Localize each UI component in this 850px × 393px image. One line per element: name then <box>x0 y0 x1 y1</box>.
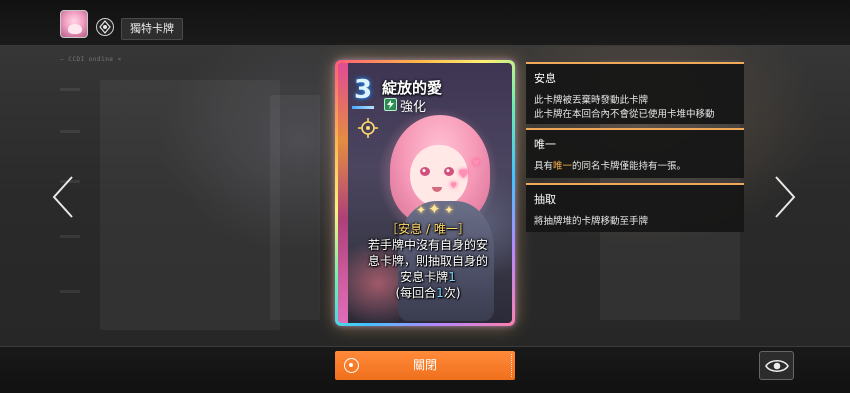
keyword-description: 此卡牌被丟棄時發動此卡牌 <box>534 95 649 106</box>
card-type: 強化 <box>400 100 427 115</box>
card-desc-line: (每回合1次) <box>348 285 508 301</box>
card-frame: ♥ ♥ ♥ ✦ ✦ ✦ 3 綻放的愛 強化 ［安息 / 唯一］ 若手牌中沒有自身… <box>335 60 515 326</box>
background-panel <box>100 80 280 330</box>
keyword-panel-rest: 安息 此卡牌被丟棄時發動此卡牌 此卡牌在本回合內不會從已使用卡堆中移動 <box>526 62 744 124</box>
sparkle-icon: ✦ <box>428 200 441 218</box>
eye-icon <box>764 359 789 372</box>
crosshair-icon <box>357 117 379 139</box>
card-cost-underline <box>352 106 374 109</box>
character-portrait <box>60 10 88 38</box>
view-toggle-button[interactable] <box>759 351 794 380</box>
card-desc-line: 若手牌中沒有自身的安 <box>367 238 488 252</box>
card-desc-text: 次) <box>443 286 461 300</box>
background-decoration <box>60 290 80 293</box>
close-button[interactable]: 關閉 <box>335 351 515 380</box>
card-desc-line: 息卡牌，則抽取自身的 <box>367 254 488 268</box>
keyword-description: 此卡牌在本回合內不會從已使用卡堆中移動 <box>534 109 715 120</box>
keyword-highlight: 唯一 <box>553 161 573 172</box>
keyword-panel-unique: 唯一 具有唯一的同名卡牌僅能持有一張。 <box>526 128 744 178</box>
background-decoration <box>60 235 80 238</box>
close-button-decoration <box>511 354 512 377</box>
sparkle-icon: ✦ <box>444 203 455 217</box>
close-button-label: 關閉 <box>412 358 437 372</box>
crest-icon <box>94 16 116 38</box>
heart-icon: ♥ <box>472 159 481 169</box>
card-description: ［安息 / 唯一］ 若手牌中沒有自身的安 息卡牌，則抽取自身的 安息卡牌1 (每… <box>348 221 508 301</box>
background-caption: — CCDI ondine × <box>60 56 122 63</box>
chevron-right-icon <box>775 176 796 218</box>
keyword-text: 具有 <box>534 161 554 172</box>
keyword-title: 安息 <box>534 72 556 85</box>
card-category-tag: 獨特卡牌 <box>121 18 183 40</box>
card-desc-keywords: ［安息 / 唯一］ <box>386 222 470 236</box>
keyword-description: 將抽牌堆的卡牌移動至手牌 <box>534 216 649 227</box>
background-decoration <box>60 88 80 91</box>
background-decoration <box>60 130 80 133</box>
keyword-panel-draw: 抽取 將抽牌堆的卡牌移動至手牌 <box>526 183 744 232</box>
card: ♥ ♥ ♥ ✦ ✦ ✦ 3 綻放的愛 強化 ［安息 / 唯一］ 若手牌中沒有自身… <box>338 63 512 323</box>
character-eye <box>444 167 454 176</box>
keyword-title: 抽取 <box>534 193 556 206</box>
top-bar: 獨特卡牌 <box>0 0 850 46</box>
keyword-text: 的同名卡牌僅能持有一張。 <box>572 161 687 172</box>
previous-card-button[interactable] <box>50 175 76 219</box>
card-rarity-strip <box>338 63 348 323</box>
card-desc-number: 1 <box>448 270 456 284</box>
card-desc-number: 1 <box>436 286 444 300</box>
card-cost: 3 <box>353 75 373 105</box>
chevron-left-icon <box>52 176 73 218</box>
lightning-icon <box>384 98 397 111</box>
sparkle-icon: ✦ <box>416 203 427 217</box>
heart-icon: ♥ <box>450 181 458 190</box>
background-panel <box>270 95 320 320</box>
card-desc-text: (每回合 <box>395 286 437 300</box>
card-name: 綻放的愛 <box>382 79 443 97</box>
keyword-description: 具有唯一的同名卡牌僅能持有一張。 <box>534 160 736 174</box>
card-desc-text: 安息卡牌 <box>400 270 449 284</box>
card-desc-line: 安息卡牌1 <box>348 269 508 285</box>
character-eye <box>420 167 430 176</box>
heart-icon: ♥ <box>458 167 469 181</box>
keyword-title: 唯一 <box>534 138 556 151</box>
next-card-button[interactable] <box>772 175 798 219</box>
